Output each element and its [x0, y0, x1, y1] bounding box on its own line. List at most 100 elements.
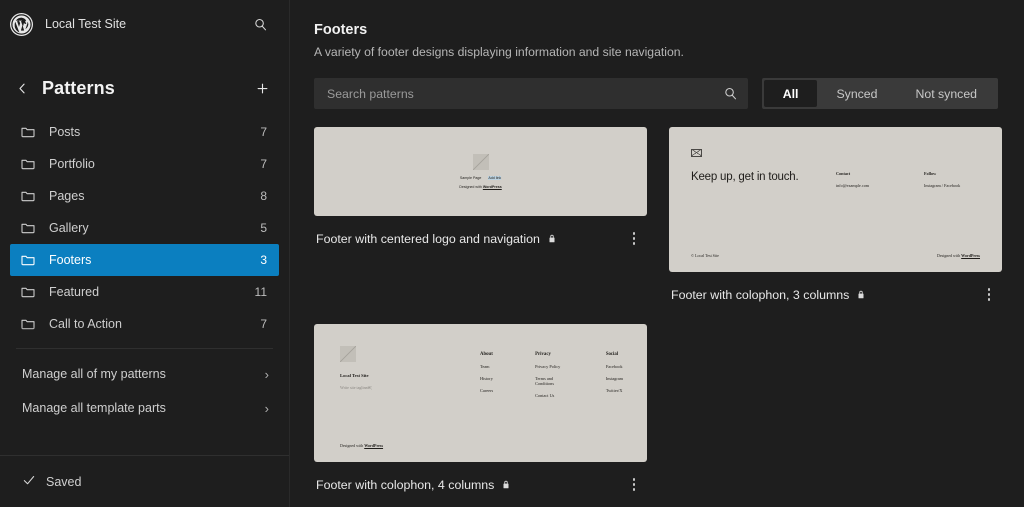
column-link: Privacy Policy	[535, 364, 564, 369]
sidebar-item-count: 7	[260, 157, 267, 171]
column-link: Contact Us	[535, 393, 564, 398]
filter-not-synced[interactable]: Not synced	[896, 80, 996, 107]
brand-title: Local Test Site	[340, 373, 480, 378]
column-link: Twitter/X	[606, 388, 623, 393]
sidebar-item-call-to-action[interactable]: Call to Action7	[10, 308, 279, 340]
column-value: Instagram / Facebook	[924, 183, 1002, 188]
site-title: Local Test Site	[45, 17, 235, 31]
column-link: Facebook	[606, 364, 623, 369]
search-icon[interactable]	[247, 11, 273, 37]
sidebar-item-count: 8	[260, 189, 267, 203]
preview-column: Privacy Privacy Policy Terms and Conditi…	[535, 352, 564, 398]
save-status-bar[interactable]: Saved	[0, 455, 289, 507]
credit-brand: WordPress	[961, 253, 980, 258]
pattern-card[interactable]: Local Test Site Write site taglineâ€¦ Ab…	[314, 324, 647, 496]
pattern-card-footer: Footer with colophon, 4 columns	[314, 462, 647, 496]
search-patterns-field[interactable]	[314, 78, 748, 109]
credit-prefix: Designed with	[459, 185, 483, 189]
preview-credit: Designed with WordPress	[459, 185, 502, 189]
sidebar-item-count: 7	[260, 317, 267, 331]
credit-brand: WordPress	[364, 443, 383, 448]
preview-nav-item: Sample Page	[460, 176, 482, 180]
folder-icon	[20, 156, 37, 173]
column-link: History	[480, 376, 493, 381]
sidebar-item-count: 7	[260, 125, 267, 139]
column-link: Instagram	[606, 376, 623, 381]
folder-icon	[20, 284, 37, 301]
search-input[interactable]	[327, 87, 723, 101]
sidebar-item-pages[interactable]: Pages8	[10, 180, 279, 212]
patterns-toolbar: AllSyncedNot synced	[314, 78, 998, 109]
kebab-menu-icon[interactable]	[978, 284, 1000, 306]
pattern-title: Footer with colophon, 4 columns	[316, 478, 494, 492]
preview-brand: Local Test Site Write site taglineâ€¦	[340, 346, 480, 398]
manage-link-label: Manage all of my patterns	[22, 367, 265, 381]
filter-synced[interactable]: Synced	[817, 80, 896, 107]
column-heading: Follow	[924, 171, 1002, 176]
kebab-menu-icon[interactable]	[623, 474, 645, 496]
preview-copyright: © Local Test Site	[691, 253, 719, 258]
column-heading: Social	[606, 352, 623, 357]
column-link: Team	[480, 364, 493, 369]
filter-all[interactable]: All	[764, 80, 818, 107]
preview-columns-row: Keep up, get in touch. Contact info@exam…	[691, 171, 980, 188]
pattern-preview[interactable]: Sample Page Add link Designed with WordP…	[314, 127, 647, 216]
sidebar-item-label: Footers	[49, 253, 248, 267]
category-list: Posts7Portfolio7Pages8Gallery5Footers3Fe…	[0, 116, 289, 348]
brand-tagline: Write site taglineâ€¦	[340, 385, 480, 390]
wordpress-logo-icon[interactable]	[10, 13, 33, 36]
preview-top-row: Local Test Site Write site taglineâ€¦ Ab…	[340, 346, 623, 398]
manage-link-0[interactable]: Manage all of my patterns›	[10, 357, 279, 391]
column-heading: About	[480, 352, 493, 357]
preview-credit: Designed with WordPress	[340, 443, 623, 448]
pattern-preview[interactable]: Local Test Site Write site taglineâ€¦ Ab…	[314, 324, 647, 462]
sidebar-item-featured[interactable]: Featured11	[10, 276, 279, 308]
sidebar-item-count: 11	[255, 285, 267, 299]
main-content: Footers A variety of footer designs disp…	[290, 0, 1024, 507]
envelope-icon	[691, 149, 702, 157]
search-icon[interactable]	[723, 86, 738, 101]
chevron-right-icon: ›	[265, 401, 269, 416]
column-link: Terms and Conditions	[535, 376, 564, 386]
credit-prefix: Designed with	[340, 443, 364, 448]
add-pattern-button[interactable]	[249, 75, 275, 101]
sidebar-item-gallery[interactable]: Gallery5	[10, 212, 279, 244]
sidebar-item-footers[interactable]: Footers 3	[10, 244, 279, 276]
content-subtitle: A variety of footer designs displaying i…	[314, 45, 998, 59]
column-heading: Contact	[836, 171, 924, 176]
sidebar-item-count: 3	[260, 253, 267, 267]
lock-icon	[547, 233, 558, 245]
preview-column: Follow Instagram / Facebook	[924, 171, 1002, 188]
check-icon	[22, 473, 36, 490]
column-value: info@example.com	[836, 183, 924, 188]
pattern-card[interactable]: Keep up, get in touch. Contact info@exam…	[669, 127, 1002, 306]
sidebar-item-posts[interactable]: Posts 7	[10, 116, 279, 148]
kebab-menu-icon[interactable]	[623, 228, 645, 250]
folder-icon	[20, 316, 37, 333]
preview-nav-item: Add link	[488, 176, 501, 180]
pattern-preview[interactable]: Keep up, get in touch. Contact info@exam…	[669, 127, 1002, 272]
manage-links: Manage all of my patterns›Manage all tem…	[0, 349, 289, 437]
placeholder-logo-icon	[340, 346, 356, 362]
chevron-left-icon[interactable]	[8, 74, 36, 102]
pattern-title: Footer with colophon, 3 columns	[671, 288, 849, 302]
credit-brand: WordPress	[483, 185, 502, 189]
preview-column: About Team History Careers	[480, 352, 493, 398]
sidebar-item-portfolio[interactable]: Portfolio7	[10, 148, 279, 180]
folder-icon	[20, 252, 37, 269]
site-bar: Local Test Site	[0, 0, 289, 48]
credit-prefix: Designed with	[937, 253, 961, 258]
save-status-label: Saved	[46, 475, 81, 489]
sidebar-item-label: Posts	[49, 125, 248, 139]
patterns-panel-header: Patterns	[0, 48, 289, 116]
preview-nav: Sample Page Add link	[460, 176, 501, 180]
pattern-card-footer: Footer with colophon, 3 columns	[669, 272, 1002, 306]
manage-link-1[interactable]: Manage all template parts›	[10, 391, 279, 425]
page-title: Patterns	[42, 78, 243, 99]
pattern-card[interactable]: Sample Page Add link Designed with WordP…	[314, 127, 647, 250]
sync-filter-group: AllSyncedNot synced	[762, 78, 998, 109]
app-root: Local Test Site Patterns Posts7Po	[0, 0, 1024, 507]
preview-column: Contact info@example.com	[836, 171, 924, 188]
preview-bottom-row: © Local Test Site Designed with WordPres…	[691, 253, 980, 258]
column-link: Careers	[480, 388, 493, 393]
